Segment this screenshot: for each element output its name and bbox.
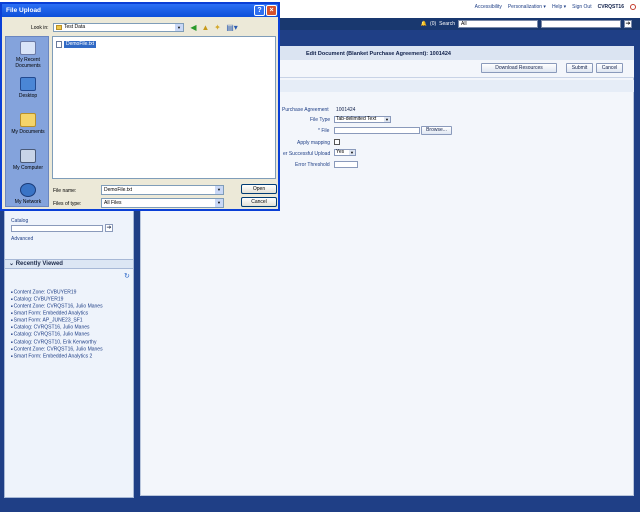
my-computer-icon <box>20 149 36 163</box>
files-of-type-value: All Files <box>104 200 122 206</box>
open-button[interactable]: Open <box>241 184 277 194</box>
search-go-icon[interactable]: ➔ <box>624 20 632 28</box>
list-item[interactable]: Smart Form: Embedded Analytics <box>11 310 103 317</box>
list-item[interactable]: Catalog: CVRQST16, Julio Manes <box>11 324 103 331</box>
brand-logo-icon <box>630 4 636 10</box>
places-bar: My Recent Documents Desktop My Documents… <box>5 36 49 207</box>
refresh-icon[interactable]: ↻ <box>124 273 132 281</box>
sign-out-link[interactable]: Sign Out <box>572 4 591 10</box>
file-path-input[interactable] <box>334 127 420 134</box>
look-in-label: Look in: <box>31 25 49 31</box>
file-name: DemoFile.txt <box>64 40 97 48</box>
notification-count[interactable]: (0) <box>430 21 436 27</box>
list-item[interactable]: Catalog: CVRQST10, Erik Kenworthy <box>11 339 103 346</box>
list-item[interactable]: Smart Form: Embedded Analytics 2 <box>11 353 103 360</box>
place-my-documents[interactable]: My Documents <box>6 113 50 135</box>
after-upload-value: Yes <box>336 149 345 155</box>
notification-bell-icon[interactable]: 🔔 <box>421 21 427 27</box>
dialog-cancel-button[interactable]: Cancel <box>241 197 277 207</box>
view-menu-icon[interactable]: ▤▾ <box>225 23 239 32</box>
browse-button[interactable]: Browse... <box>421 126 452 135</box>
user-name: CVRQST16 <box>597 4 624 10</box>
up-folder-icon[interactable]: ▲ <box>201 23 210 32</box>
catalog-search-input[interactable] <box>11 225 103 232</box>
place-label: Desktop <box>18 93 38 99</box>
place-desktop[interactable]: Desktop <box>6 77 50 99</box>
search-scope-select[interactable]: All <box>458 20 538 28</box>
chevron-down-icon[interactable]: ▼ <box>215 186 223 194</box>
list-item[interactable]: Content Zone: CVRQST16, Julio Manes <box>11 346 103 353</box>
page-title: Edit Document (Blanket Purchase Agreemen… <box>306 51 451 57</box>
file-list[interactable]: DemoFile.txt <box>52 36 276 179</box>
help-menu[interactable]: Help ▾ <box>552 4 566 10</box>
new-folder-icon[interactable]: ✦ <box>213 23 222 32</box>
file-type-label: File Type <box>310 117 331 123</box>
desktop-icon <box>20 77 36 91</box>
back-icon[interactable]: ◀ <box>189 23 198 32</box>
chevron-down-icon: ▼ <box>349 150 355 155</box>
accessibility-link[interactable]: Accessibility <box>475 4 502 10</box>
file-label: * File <box>318 128 330 134</box>
recently-viewed-title: Recently Viewed <box>15 261 63 267</box>
place-my-network[interactable]: My Network <box>6 183 50 205</box>
purchase-agreement-value: 1001424 <box>336 107 356 113</box>
file-name-input[interactable]: DemoFile.txt ▼ <box>101 185 224 195</box>
after-upload-select[interactable]: Yes ▼ <box>334 149 356 156</box>
place-my-computer[interactable]: My Computer <box>6 149 50 171</box>
list-item[interactable]: Catalog: CVRQST16, Julio Manes <box>11 331 103 338</box>
text-file-icon <box>56 40 62 48</box>
file-name-label: File name: <box>53 188 77 194</box>
file-type-value: Tab-delimited Text <box>336 116 377 122</box>
submit-button[interactable]: Submit <box>566 63 593 73</box>
recently-viewed-list: Content Zone: CVBUYER19 Catalog: CVBUYER… <box>11 289 103 360</box>
apply-mapping-checkbox[interactable] <box>334 139 340 145</box>
personalization-menu[interactable]: Personalization ▾ <box>508 4 546 10</box>
place-label: My Documents <box>11 129 45 135</box>
my-network-icon <box>20 183 36 197</box>
download-resources-button[interactable]: Download Resources <box>481 63 557 73</box>
dialog-title: File Upload <box>2 4 278 17</box>
search-label: Search <box>439 21 455 27</box>
file-upload-dialog: File Upload ? × Look in: Test Data ▼ ◀ ▲… <box>0 2 280 211</box>
look-in-value: Test Data <box>64 24 86 30</box>
folder-icon <box>56 25 62 30</box>
chevron-down-icon: ▼ <box>215 199 223 207</box>
cancel-button[interactable]: Cancel <box>596 63 623 73</box>
list-item[interactable]: Content Zone: CVBUYER19 <box>11 289 103 296</box>
help-icon[interactable]: ? <box>254 5 265 16</box>
apply-mapping-label: Apply mapping <box>297 140 331 146</box>
recently-viewed-header[interactable]: ⌄ Recently Viewed <box>5 259 133 269</box>
after-upload-label: er Successful Upload <box>283 151 331 157</box>
section-band <box>280 80 634 92</box>
place-label: My Recent Documents <box>15 57 41 69</box>
error-threshold-label: Error Threshold <box>295 162 330 168</box>
files-of-type-select[interactable]: All Files ▼ <box>101 198 224 208</box>
advanced-link[interactable]: Advanced <box>11 236 33 242</box>
purchase-agreement-label: Purchase Agreement <box>282 107 329 113</box>
list-item[interactable]: Content Zone: CVRQST16, Julio Manes <box>11 303 103 310</box>
list-item[interactable]: Catalog: CVBUYER19 <box>11 296 103 303</box>
recent-documents-icon <box>20 41 36 55</box>
my-documents-icon <box>20 113 36 127</box>
place-label: My Network <box>14 199 42 205</box>
global-links: Accessibility Personalization ▾ Help ▾ S… <box>475 4 636 10</box>
chevron-down-icon: ▼ <box>384 117 390 122</box>
collapse-chevron-icon: ⌄ <box>9 261 16 267</box>
error-threshold-input[interactable] <box>334 161 358 168</box>
list-item[interactable]: DemoFile.txt <box>56 40 97 48</box>
place-my-recent-documents[interactable]: My Recent Documents <box>6 41 50 69</box>
catalog-go-icon[interactable]: ➔ <box>105 224 113 232</box>
file-name-value: DemoFile.txt <box>104 187 133 193</box>
close-icon[interactable]: × <box>266 5 277 16</box>
look-in-select[interactable]: Test Data ▼ <box>53 23 184 32</box>
list-item[interactable]: Smart Form: AP_JUNE23_SF1 <box>11 317 103 324</box>
chevron-down-icon: ▼ <box>175 24 183 31</box>
search-input[interactable] <box>541 20 621 28</box>
place-label: My Computer <box>12 165 43 171</box>
catalog-label: Catalog <box>11 218 29 224</box>
files-of-type-label: Files of type: <box>53 201 82 207</box>
file-type-select[interactable]: Tab-delimited Text ▼ <box>334 116 391 123</box>
